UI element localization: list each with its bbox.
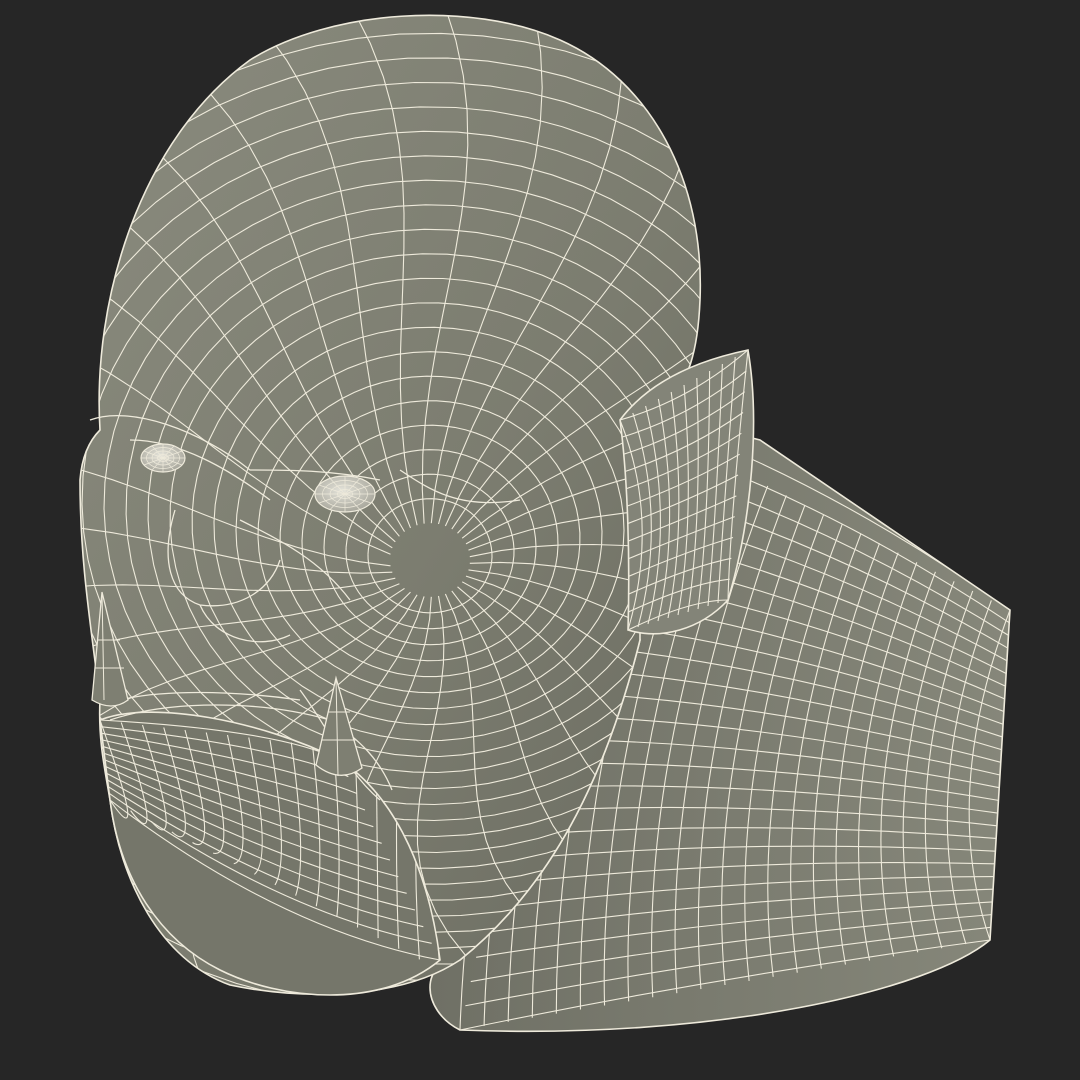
right-eye bbox=[314, 475, 376, 513]
left-eye bbox=[140, 443, 186, 473]
model-viewport bbox=[0, 0, 1080, 1080]
wireframe-render bbox=[79, 14, 1011, 1033]
